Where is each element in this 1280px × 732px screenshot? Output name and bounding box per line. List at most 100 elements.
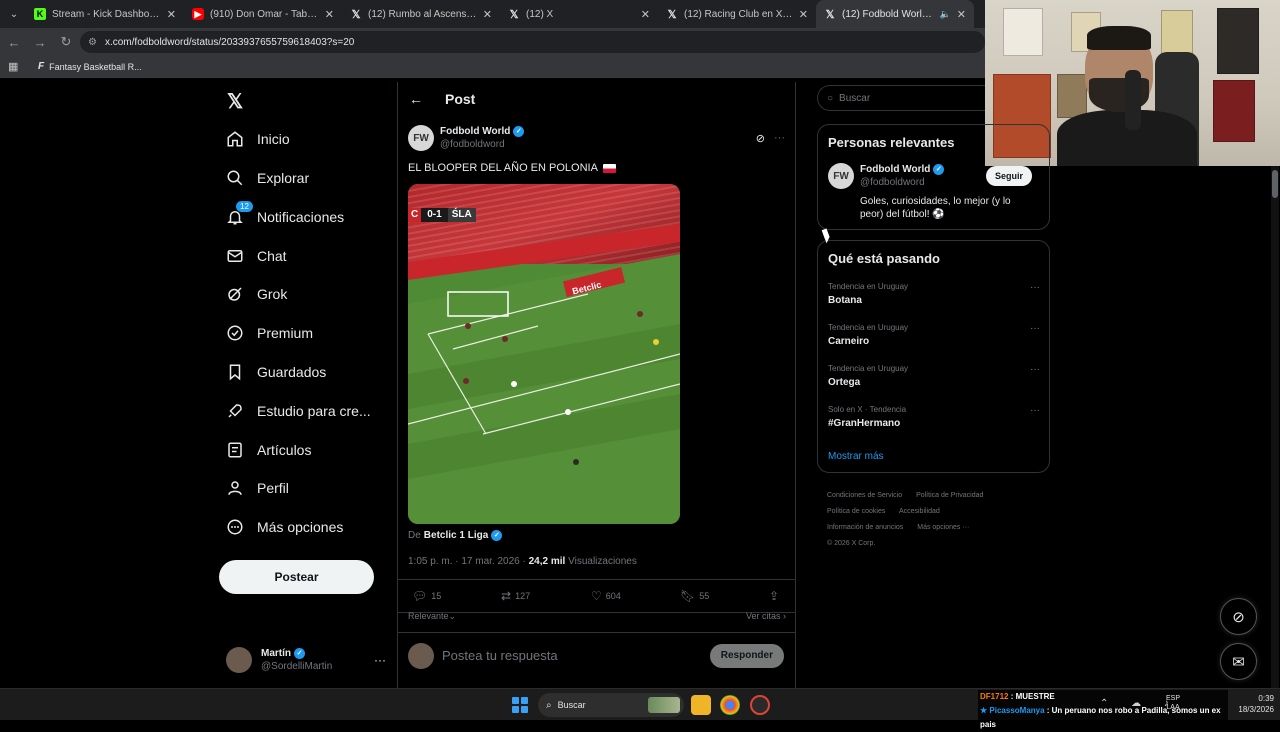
- file-explorer-icon[interactable]: [691, 695, 711, 715]
- bookmark-action[interactable]: 🔖︎ 55: [680, 589, 709, 603]
- sort-dropdown[interactable]: Relevante⌄: [408, 611, 456, 622]
- grok-icon[interactable]: ⊘: [756, 132, 765, 145]
- footer-link[interactable]: Accesibilidad: [899, 508, 940, 515]
- trend-item[interactable]: Solo en X · Tendencia #GranHermano ···: [828, 405, 1040, 429]
- chrome-icon[interactable]: [720, 695, 740, 715]
- account-switcher[interactable]: Martín ✓ @SordelliMartin ···: [226, 642, 386, 678]
- windows-start-icon[interactable]: [512, 697, 528, 713]
- verified-icon: ✓: [513, 126, 525, 137]
- messages-fab-button[interactable]: ✉: [1220, 643, 1257, 680]
- like-action[interactable]: ♡ 604: [591, 589, 621, 603]
- chat-separator: :: [1008, 692, 1016, 701]
- taskbar-search[interactable]: ⌕ Buscar: [538, 693, 684, 717]
- close-icon[interactable]: ✕: [641, 8, 650, 21]
- scrollbar-thumb[interactable]: [1272, 170, 1278, 198]
- relevant-user-name[interactable]: Fodbold World: [860, 164, 930, 175]
- nav-explore[interactable]: Explorar: [226, 166, 309, 190]
- source-name-row[interactable]: Betclic 1 Liga ✓: [424, 530, 503, 541]
- forward-icon[interactable]: →: [28, 30, 52, 54]
- apps-grid-icon[interactable]: ▦: [8, 60, 20, 73]
- avatar[interactable]: FW: [408, 125, 434, 151]
- more-icon[interactable]: ···: [1030, 282, 1040, 293]
- close-icon[interactable]: ✕: [325, 8, 334, 21]
- browser-tab[interactable]: K Stream - Kick Dashboard ✕: [26, 0, 184, 28]
- reload-icon[interactable]: ↻: [54, 30, 78, 54]
- footer-link[interactable]: Información de anuncios: [827, 524, 903, 531]
- nav-creator-studio[interactable]: Estudio para cre...: [226, 399, 371, 423]
- browser-tab[interactable]: ▶ (910) Don Omar - Taboo - YouT ✕: [184, 0, 342, 28]
- youtube-icon: ▶: [192, 8, 204, 20]
- author-name[interactable]: Fodbold World: [440, 126, 510, 137]
- score-away: ŚLA: [447, 208, 476, 222]
- repost-count: 127: [515, 591, 531, 601]
- avatar[interactable]: FW: [828, 163, 854, 189]
- premium-icon: [226, 324, 244, 342]
- page-scrollbar[interactable]: [1271, 166, 1279, 688]
- video-player[interactable]: C 0-1 ŚLA Betclic: [408, 184, 680, 524]
- browser-tab[interactable]: 𝕏 (12) X ✕: [500, 0, 658, 28]
- footer-links: Condiciones de Servicio Política de Priv…: [827, 488, 1037, 552]
- nav-bookmarks[interactable]: Guardados: [226, 360, 326, 384]
- reply-action[interactable]: 💬︎ 15: [412, 589, 441, 603]
- browser-tab[interactable]: 𝕏 (12) Rumbo al Ascenso en X: " ✕: [342, 0, 500, 28]
- person-icon: [226, 479, 244, 497]
- more-icon[interactable]: ···: [1030, 405, 1040, 416]
- search-input[interactable]: ○ Buscar: [817, 85, 985, 111]
- reply-button[interactable]: Responder: [709, 643, 784, 668]
- footer-link[interactable]: Más opciones ···: [917, 524, 969, 531]
- more-icon[interactable]: ···: [374, 653, 386, 667]
- footer-link[interactable]: Política de cookies: [827, 508, 885, 515]
- trend-name: Botana: [828, 295, 862, 306]
- nav-chat[interactable]: Chat: [226, 244, 287, 268]
- reply-input[interactable]: [442, 648, 692, 663]
- speaker-icon[interactable]: 🔈: [940, 9, 951, 20]
- trend-item[interactable]: Tendencia en Uruguay Carneiro ···: [828, 323, 1040, 347]
- trend-item[interactable]: Tendencia en Uruguay Botana ···: [828, 282, 1040, 306]
- author-handle[interactable]: @fodboldword: [440, 139, 524, 150]
- source-name[interactable]: Betclic 1 Liga: [424, 530, 488, 541]
- nav-premium[interactable]: Premium: [226, 321, 313, 345]
- trend-context: Solo en X · Tendencia: [828, 405, 907, 414]
- browser-tab[interactable]: 𝕏 (12) Racing Club en X: " 🏟 ¡El p ✕: [658, 0, 816, 28]
- post-time[interactable]: 1:05 p. m. · 17 mar. 2026 ·: [408, 556, 526, 567]
- close-icon[interactable]: ✕: [799, 8, 808, 21]
- close-icon[interactable]: ✕: [957, 8, 966, 21]
- footer-link[interactable]: Condiciones de Servicio: [827, 492, 902, 499]
- nav-home[interactable]: Inicio: [226, 127, 290, 151]
- nav-grok[interactable]: Grok: [226, 282, 287, 306]
- trend-item[interactable]: Tendencia en Uruguay Ortega ···: [828, 364, 1040, 388]
- nav-more[interactable]: Más opciones: [226, 515, 343, 539]
- follow-button[interactable]: Seguir: [986, 166, 1033, 186]
- trend-context: Tendencia en Uruguay: [828, 323, 909, 332]
- site-info-icon[interactable]: ⚙: [88, 37, 97, 48]
- grok-fab-button[interactable]: ⊘: [1220, 598, 1257, 635]
- tab-search-button[interactable]: ⌄: [2, 2, 26, 26]
- score-value: 0-1: [421, 208, 448, 222]
- url-bar[interactable]: ⚙ x.com/fodboldword/status/2033937655759…: [80, 31, 985, 53]
- clock[interactable]: 0:39 18/3/2026: [1226, 693, 1274, 715]
- close-icon[interactable]: ✕: [167, 8, 176, 21]
- replies-toolbar: Relevante⌄ Ver citas ›: [408, 611, 786, 625]
- nav-profile[interactable]: Perfil: [226, 476, 289, 500]
- footer-link[interactable]: Política de Privacidad: [916, 492, 983, 499]
- repost-action[interactable]: ⇄ 127: [501, 589, 530, 603]
- nav-articles[interactable]: Artículos: [226, 438, 311, 462]
- show-more-link[interactable]: Mostrar más: [828, 451, 884, 462]
- close-icon[interactable]: ✕: [483, 8, 492, 21]
- x-logo-icon[interactable]: 𝕏: [227, 89, 243, 114]
- post-button[interactable]: Postear: [219, 560, 374, 594]
- more-icon[interactable]: ···: [774, 132, 785, 144]
- verified-icon: ✓: [294, 648, 305, 659]
- share-action[interactable]: ⇪: [769, 589, 783, 603]
- browser-tab-active[interactable]: 𝕏 (12) Fodbold World en X: "E 🔈 ✕: [816, 0, 974, 28]
- back-arrow-icon[interactable]: ←: [409, 91, 423, 107]
- back-icon[interactable]: ←: [2, 30, 26, 54]
- more-icon[interactable]: ···: [1030, 323, 1040, 334]
- taskbar-search-label: Buscar: [557, 700, 586, 710]
- bookmark-item[interactable]: F Fantasy Basketball R...: [38, 61, 142, 72]
- nav-notifications[interactable]: 12 Notificaciones: [226, 201, 344, 229]
- view-quotes-link[interactable]: Ver citas ›: [746, 611, 786, 621]
- language-indicator[interactable]: ESP LAA: [1166, 694, 1180, 712]
- obs-icon[interactable]: [750, 695, 770, 715]
- more-icon[interactable]: ···: [1030, 364, 1040, 375]
